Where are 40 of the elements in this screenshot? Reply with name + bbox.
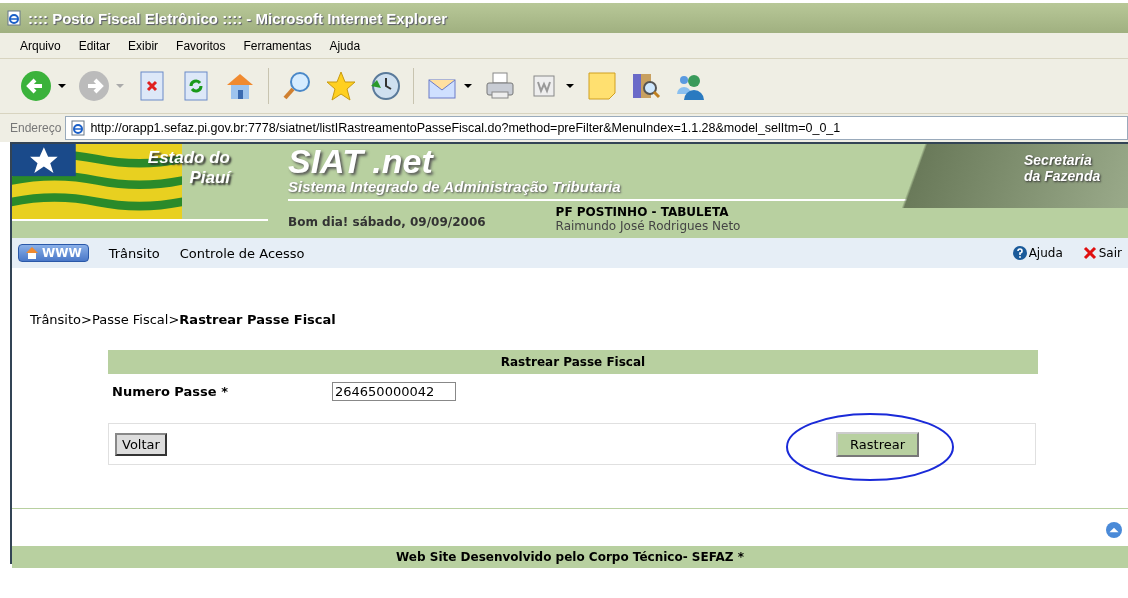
greeting-text: Bom dia! sábado, 09/09/2006: [288, 215, 486, 231]
menu-item[interactable]: Editar: [78, 38, 111, 53]
form-header: Rastrear Passe Fiscal: [108, 350, 1038, 374]
field-label: Numero Passe *: [112, 384, 229, 399]
department-name: Secretaria: [1024, 152, 1093, 168]
star-icon[interactable]: [325, 70, 357, 102]
track-button[interactable]: Rastrear: [836, 431, 919, 457]
caret-icon[interactable]: [58, 82, 66, 90]
breadcrumb: Trânsito>Passe Fiscal>Rastrear Passe Fiscal: [30, 312, 336, 327]
caret-icon[interactable]: [464, 82, 472, 90]
scroll-up-icon[interactable]: [1106, 522, 1122, 538]
page-icon: [70, 120, 87, 136]
home-icon: [25, 246, 39, 260]
menu-item[interactable]: Arquivo: [20, 38, 61, 53]
exit-link[interactable]: Sair: [1098, 246, 1122, 260]
menu-item[interactable]: Exibir: [128, 38, 159, 53]
user-name: Raimundo José Rodrigues Neto: [555, 219, 741, 233]
history-icon[interactable]: [369, 70, 401, 102]
state-name: Piauí: [189, 168, 230, 188]
help-icon[interactable]: [1012, 246, 1027, 260]
footer: Web Site Desenvolvido pelo Corpo Técnico- SEFAZ *: [12, 546, 1128, 568]
close-icon[interactable]: [1082, 246, 1097, 260]
window-title: :::: Posto Fiscal Eletrônico :::: - Microsoft Internet Explorer: [28, 9, 448, 27]
search-icon[interactable]: [281, 70, 313, 102]
post-name: PF POSTINHO - TABULETA: [555, 205, 730, 219]
caret-icon[interactable]: [566, 82, 574, 90]
menu-item[interactable]: Favoritos: [176, 38, 226, 53]
menu-item[interactable]: Ferramentas: [243, 38, 312, 53]
state-name: Estado do: [147, 148, 230, 168]
menu-item[interactable]: Ajuda: [329, 38, 361, 53]
printer-icon[interactable]: [484, 70, 516, 102]
nav-menu-item[interactable]: Trânsito: [108, 245, 160, 261]
address-label: Endereço: [10, 121, 62, 135]
nav-menu-item[interactable]: Controle de Acesso: [179, 245, 305, 261]
address-field[interactable]: http://orapp1.sefaz.pi.gov.br:7778/siatnet/listIRastreamentoPasseFiscal.do?method=preFilter&MenuIndex=1.1.28&model_selItm=0_0_1: [65, 116, 1128, 140]
back-button[interactable]: Voltar: [115, 432, 167, 456]
browser-icon: [6, 10, 22, 26]
number-input-field[interactable]: 264650000042: [332, 382, 456, 401]
help-link[interactable]: Ajuda: [1028, 246, 1063, 260]
app-logo-text: SIAT .net: [288, 144, 433, 178]
